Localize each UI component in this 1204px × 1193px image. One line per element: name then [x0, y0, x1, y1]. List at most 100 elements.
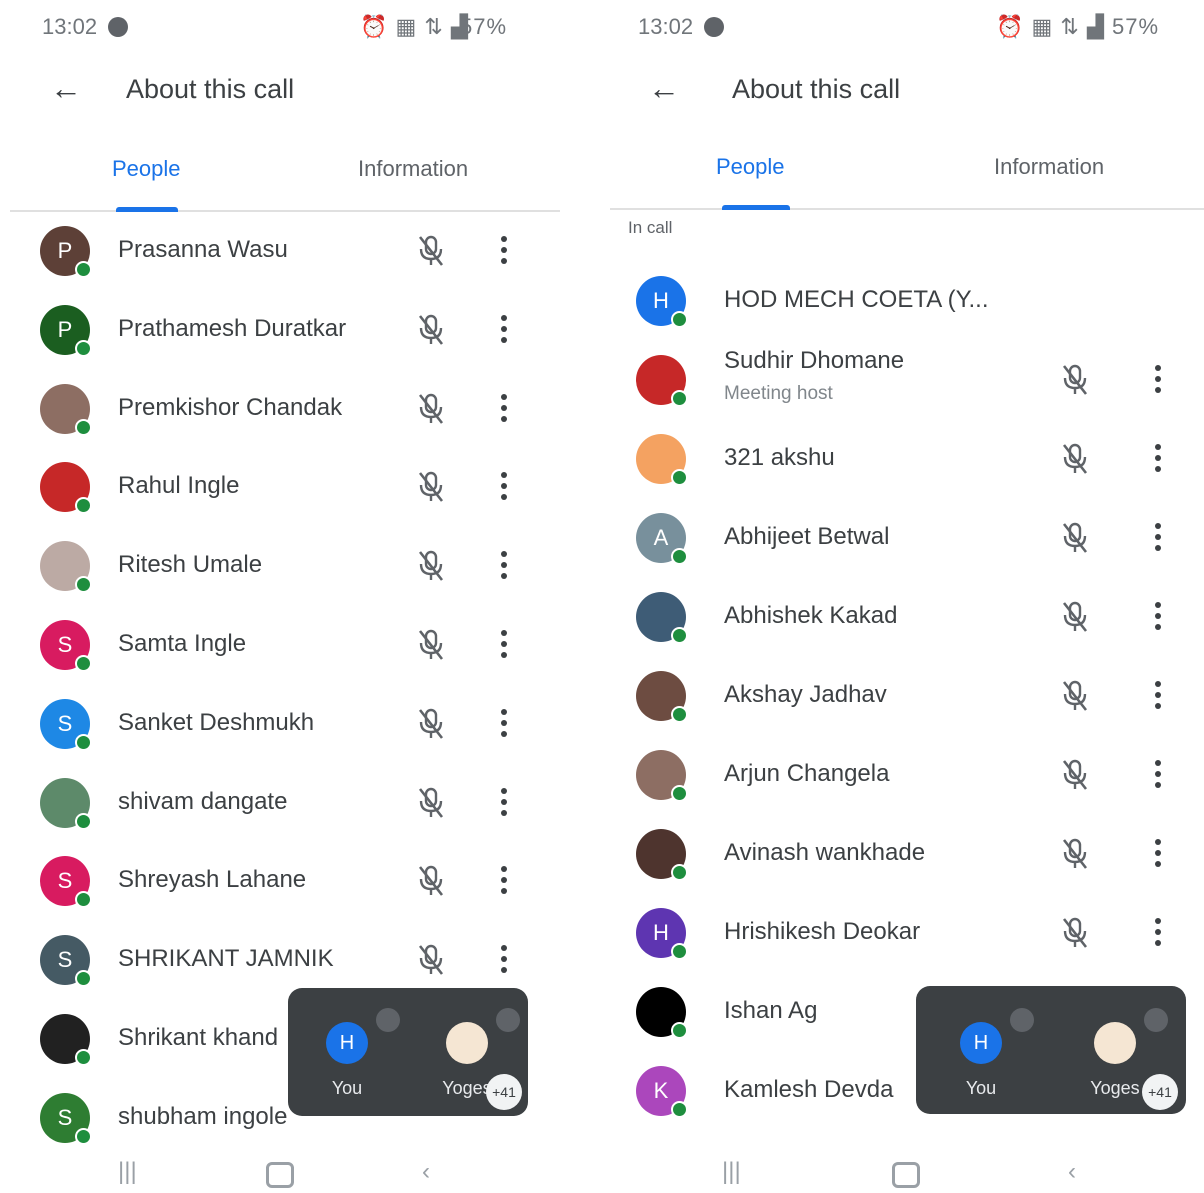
- participant-row[interactable]: P Prasanna Wasu: [0, 212, 560, 290]
- more-options-icon[interactable]: [1152, 602, 1164, 632]
- online-status-icon: [75, 261, 92, 278]
- participant-row[interactable]: shivam dangate: [0, 764, 560, 842]
- participant-name: Prasanna Wasu: [118, 236, 288, 263]
- home-icon[interactable]: [892, 1162, 920, 1188]
- participant-row[interactable]: H HOD MECH COETA (Y...: [600, 262, 1204, 340]
- more-options-icon[interactable]: [1152, 918, 1164, 948]
- online-status-icon: [671, 390, 688, 407]
- participant-row[interactable]: Sudhir Dhomane Meeting host: [600, 341, 1204, 419]
- muted-mic-icon[interactable]: [416, 864, 446, 898]
- page-title: About this call: [732, 74, 901, 104]
- muted-mic-icon[interactable]: [1060, 758, 1090, 792]
- more-options-icon[interactable]: [498, 787, 510, 818]
- recents-icon[interactable]: |||: [722, 1158, 741, 1186]
- muted-mic-icon[interactable]: [416, 392, 446, 426]
- participant-name: 321 akshu: [724, 444, 835, 471]
- participant-row[interactable]: Avinash wankhade: [600, 815, 1204, 893]
- avatar-initial: S: [57, 710, 73, 736]
- avatar: H: [636, 908, 688, 960]
- participant-name: Abhijeet Betwal: [724, 523, 890, 550]
- muted-mic-icon[interactable]: [416, 707, 446, 741]
- more-options-icon[interactable]: [498, 393, 510, 424]
- more-options-icon[interactable]: [498, 708, 510, 739]
- muted-mic-icon[interactable]: [416, 628, 446, 662]
- tab-people[interactable]: People: [716, 154, 785, 180]
- muted-mic-icon[interactable]: [416, 313, 446, 347]
- participant-row[interactable]: A Abhijeet Betwal: [600, 499, 1204, 577]
- avatar: [636, 355, 688, 407]
- participant-row[interactable]: S Sanket Deshmukh: [0, 685, 560, 763]
- participant-row[interactable]: Akshay Jadhav: [600, 657, 1204, 735]
- participant-row[interactable]: Premkishor Chandak: [0, 370, 560, 448]
- participant-row[interactable]: H Hrishikesh Deokar: [600, 894, 1204, 972]
- status-time: 13:02: [42, 14, 98, 39]
- more-options-icon[interactable]: [498, 630, 510, 660]
- self-view-pip[interactable]: H You Yoges +41: [916, 986, 1186, 1114]
- back-nav-icon[interactable]: ‹: [1068, 1158, 1076, 1186]
- back-nav-icon[interactable]: ‹: [422, 1158, 430, 1186]
- system-nav-bar: ||| ‹: [600, 1150, 1204, 1193]
- more-participants-badge: +41: [486, 1074, 522, 1110]
- self-view-pip[interactable]: H You Yoges +41: [288, 988, 528, 1116]
- pip-label: You: [331, 1078, 363, 1098]
- muted-mic-icon[interactable]: [1060, 837, 1090, 871]
- participant-row[interactable]: S Shreyash Lahane: [0, 842, 560, 920]
- avatar: S: [40, 698, 92, 751]
- online-status-icon: [671, 864, 688, 881]
- participant-row[interactable]: Rahul Ingle: [0, 448, 560, 526]
- muted-mic-icon[interactable]: [416, 786, 446, 820]
- battery-level: 57%: [460, 14, 508, 39]
- participant-name: SHRIKANT JAMNIK: [118, 945, 334, 973]
- pip-tile-you: H You: [926, 996, 1036, 1106]
- more-options-icon[interactable]: [1152, 760, 1164, 790]
- back-arrow-icon[interactable]: ←: [50, 68, 82, 108]
- more-options-icon[interactable]: [498, 236, 510, 266]
- online-status-icon: [75, 655, 92, 672]
- online-status-icon: [75, 576, 92, 594]
- muted-mic-icon[interactable]: [1060, 521, 1090, 555]
- participant-role: Meeting host: [724, 383, 833, 404]
- online-status-icon: [75, 339, 92, 357]
- tab-people[interactable]: People: [112, 156, 181, 182]
- more-options-icon[interactable]: [498, 866, 510, 896]
- participant-row[interactable]: 321 akshu: [600, 420, 1204, 498]
- tab-information[interactable]: Information: [994, 154, 1104, 180]
- more-options-icon[interactable]: [498, 472, 510, 502]
- muted-mic-icon: [496, 1008, 520, 1032]
- muted-mic-icon[interactable]: [416, 549, 446, 583]
- notification-dot-icon: [704, 17, 724, 37]
- participant-row[interactable]: S Samta Ingle: [0, 606, 560, 684]
- more-options-icon[interactable]: [1152, 365, 1164, 395]
- online-status-icon: [75, 1049, 92, 1066]
- more-options-icon[interactable]: [498, 314, 510, 345]
- avatar: [636, 829, 688, 881]
- more-options-icon[interactable]: [498, 551, 510, 581]
- muted-mic-icon[interactable]: [416, 943, 446, 977]
- back-arrow-icon[interactable]: ←: [648, 68, 680, 108]
- participant-name: shivam dangate: [118, 787, 288, 815]
- participant-row[interactable]: P Prathamesh Duratkar: [0, 291, 560, 369]
- participant-row[interactable]: Arjun Changela: [600, 736, 1204, 814]
- more-options-icon[interactable]: [1152, 681, 1164, 711]
- participant-row[interactable]: Abhishek Kakad: [600, 578, 1204, 656]
- more-options-icon[interactable]: [498, 945, 510, 975]
- more-options-icon[interactable]: [1152, 444, 1164, 474]
- participant-name: Ritesh Umale: [118, 551, 263, 579]
- muted-mic-icon[interactable]: [1060, 442, 1090, 476]
- more-options-icon[interactable]: [1152, 839, 1164, 869]
- muted-mic-icon[interactable]: [1060, 679, 1090, 713]
- muted-mic-icon[interactable]: [416, 470, 446, 504]
- recents-icon[interactable]: |||: [118, 1158, 137, 1186]
- status-bar: 13:02 ⏰ ▦ ⇅ ▟ 57%: [0, 0, 560, 55]
- avatar: P: [40, 226, 92, 278]
- online-status-icon: [671, 1022, 688, 1039]
- participant-row[interactable]: Ritesh Umale: [0, 527, 560, 605]
- more-options-icon[interactable]: [1152, 523, 1164, 553]
- participant-name: Samta Ingle: [118, 630, 247, 657]
- muted-mic-icon[interactable]: [416, 234, 446, 268]
- muted-mic-icon[interactable]: [1060, 600, 1090, 634]
- tab-information[interactable]: Information: [358, 156, 468, 182]
- muted-mic-icon[interactable]: [1060, 363, 1090, 397]
- muted-mic-icon[interactable]: [1060, 916, 1090, 950]
- home-icon[interactable]: [266, 1162, 294, 1188]
